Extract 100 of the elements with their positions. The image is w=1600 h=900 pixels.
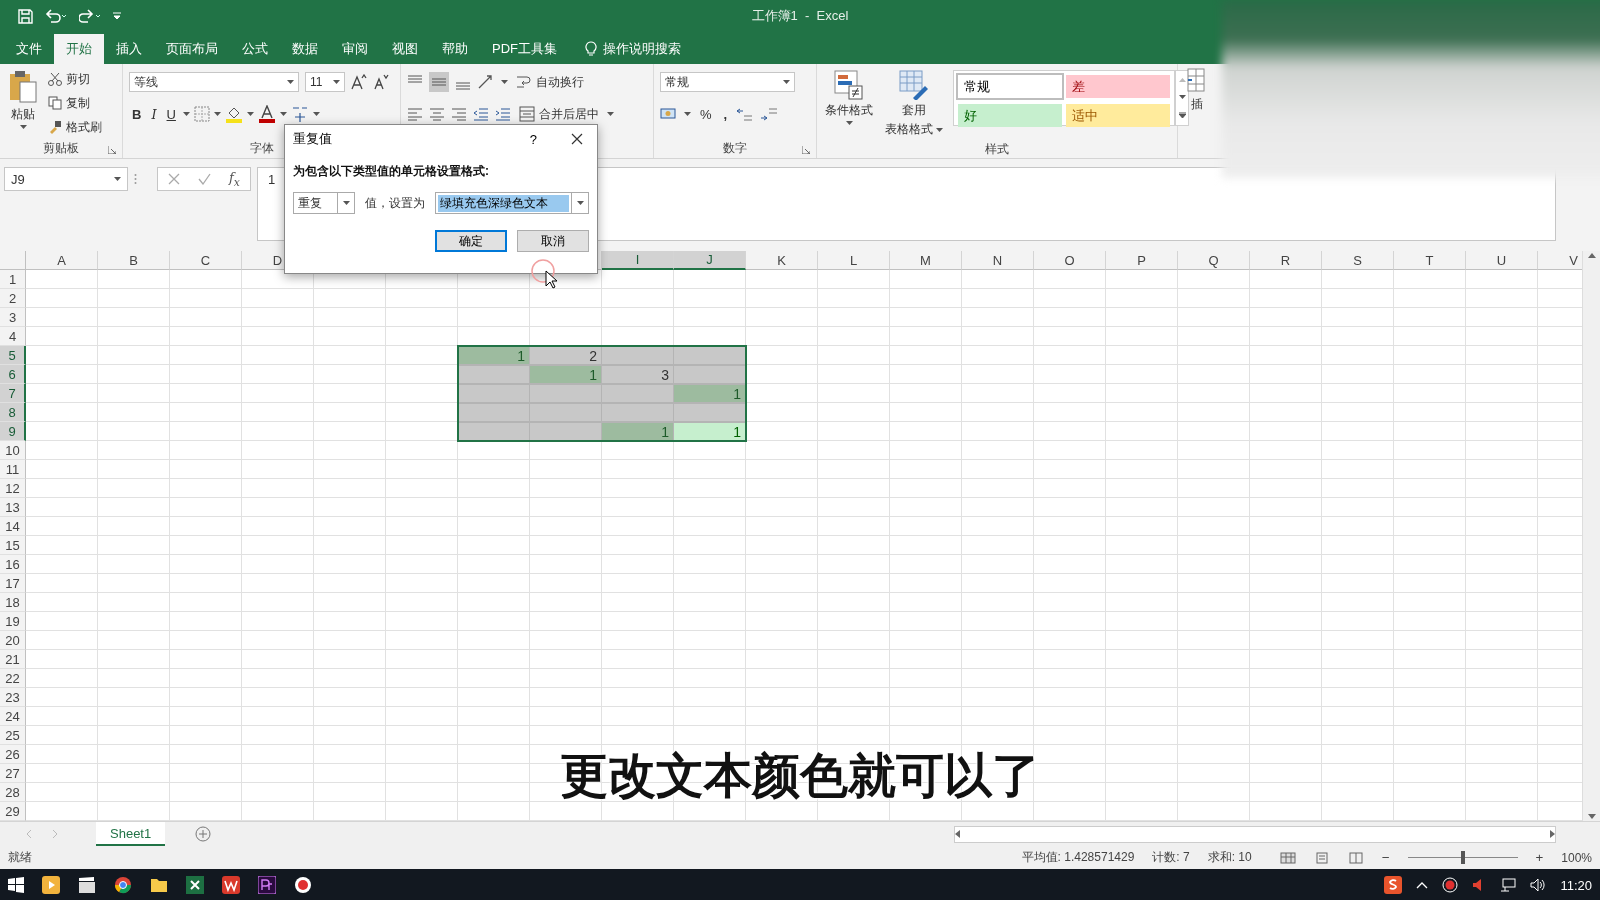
save-icon[interactable] [18, 8, 33, 24]
row-header[interactable]: 7 [0, 384, 26, 403]
row-header[interactable]: 25 [0, 726, 26, 745]
media-player-icon[interactable] [42, 876, 60, 894]
column-header[interactable]: T [1394, 251, 1466, 270]
bold-button[interactable]: B [129, 103, 145, 125]
cut-button[interactable]: 剪切 [46, 68, 104, 90]
record-icon[interactable] [1442, 877, 1459, 893]
row-header[interactable]: 18 [0, 593, 26, 612]
row-header[interactable]: 11 [0, 460, 26, 479]
column-header[interactable]: U [1466, 251, 1538, 270]
customize-icon[interactable] [113, 12, 121, 20]
input-method-icon[interactable] [1384, 876, 1403, 894]
paste-button[interactable]: 粘贴 [6, 68, 40, 138]
rule-dropdown[interactable]: 重复 [293, 192, 355, 214]
row-header[interactable]: 20 [0, 631, 26, 650]
row-header[interactable]: 29 [0, 802, 26, 821]
merge-center-button[interactable]: 合并后居中 [517, 103, 601, 125]
number-format-field[interactable]: 常规 [660, 72, 795, 92]
row-header[interactable]: 5 [0, 346, 26, 365]
row-header[interactable]: 13 [0, 498, 26, 517]
name-box[interactable]: J9 [4, 167, 128, 191]
horizontal-scrollbar[interactable] [954, 825, 1556, 843]
wrap-text-button[interactable]: 自动换行 [514, 71, 586, 93]
column-header[interactable]: V [1538, 251, 1582, 270]
copy-button[interactable]: 复制 [46, 92, 104, 114]
currency-icon[interactable] [660, 106, 678, 122]
row-header[interactable]: 22 [0, 669, 26, 688]
row-header[interactable]: 28 [0, 783, 26, 802]
column-header[interactable]: M [890, 251, 962, 270]
cell-style[interactable]: 好 [958, 104, 1062, 127]
ribbon-tab[interactable]: 页面布局 [154, 34, 230, 64]
zoom-level[interactable]: 100% [1561, 850, 1592, 865]
scroll-right-icon[interactable] [1550, 830, 1555, 838]
percent-button[interactable]: % [697, 103, 715, 125]
zoom-thumb[interactable] [1460, 851, 1465, 864]
decrease-font-size-icon[interactable] [373, 74, 389, 90]
ribbon-tab[interactable]: 数据 [280, 34, 330, 64]
row-header[interactable]: 24 [0, 707, 26, 726]
zoom-out-button[interactable]: − [1381, 850, 1390, 865]
font-color-icon[interactable] [257, 105, 276, 123]
ribbon-tab[interactable]: 开始 [54, 34, 104, 64]
font-size-field[interactable]: 11 [305, 72, 345, 92]
column-header[interactable]: B [98, 251, 170, 270]
spreadsheet-app-icon[interactable] [186, 876, 204, 894]
row-header[interactable]: 6 [0, 365, 26, 384]
row-header[interactable]: 8 [0, 403, 26, 422]
close-icon[interactable] [571, 133, 583, 145]
sheet-tab[interactable]: Sheet1 [96, 822, 166, 846]
insert-function-button[interactable]: f$_{x}$ [229, 169, 240, 189]
ribbon-tab[interactable]: PDF工具集 [480, 34, 569, 64]
dialog-launcher-icon[interactable] [108, 146, 116, 154]
zoom-in-button[interactable]: + [1535, 850, 1544, 865]
row-header[interactable]: 27 [0, 764, 26, 783]
video-editor-icon[interactable] [258, 876, 276, 894]
fill-color-icon[interactable] [224, 105, 243, 123]
volume-icon[interactable] [1530, 878, 1547, 892]
undo-icon[interactable] [45, 9, 67, 23]
check-icon[interactable] [198, 173, 211, 185]
dialog-launcher-icon[interactable] [802, 146, 810, 154]
row-header[interactable]: 23 [0, 688, 26, 707]
gallery-scroll[interactable] [1175, 70, 1189, 126]
redo-icon[interactable] [79, 9, 101, 23]
ribbon-tab[interactable]: 公式 [230, 34, 280, 64]
column-header[interactable]: A [26, 251, 98, 270]
comma-button[interactable]: , [720, 103, 731, 125]
scroll-left-icon[interactable] [955, 830, 960, 838]
row-header[interactable]: 16 [0, 555, 26, 574]
column-header[interactable]: K [746, 251, 818, 270]
column-header[interactable]: C [170, 251, 242, 270]
ribbon-tab[interactable]: 帮助 [430, 34, 480, 64]
cell-style[interactable]: 适中 [1066, 104, 1170, 127]
scroll-down-icon[interactable] [1587, 814, 1596, 819]
row-header[interactable]: 1 [0, 270, 26, 289]
chevron-up-icon[interactable] [1416, 881, 1429, 889]
row-header[interactable]: 10 [0, 441, 26, 460]
page-break-icon[interactable] [1347, 851, 1364, 864]
row-header[interactable]: 4 [0, 327, 26, 346]
row-header[interactable]: 14 [0, 517, 26, 536]
help-button[interactable]: ? [523, 130, 543, 148]
cell-style[interactable]: 差 [1066, 75, 1170, 98]
format-dropdown[interactable]: 绿填充色深绿色文本 [435, 192, 589, 214]
more-styles-icon[interactable] [1178, 112, 1186, 119]
column-header[interactable]: I [602, 251, 674, 270]
increase-font-size-icon[interactable] [351, 74, 367, 90]
italic-button[interactable]: I [148, 103, 160, 125]
column-header[interactable]: R [1250, 251, 1322, 270]
record-icon[interactable] [294, 876, 312, 894]
row-header[interactable]: 17 [0, 574, 26, 593]
row-header[interactable]: 9 [0, 422, 26, 441]
ribbon-tab[interactable]: 审阅 [330, 34, 380, 64]
ribbon-tab[interactable]: 插入 [104, 34, 154, 64]
column-header[interactable]: N [962, 251, 1034, 270]
row-header[interactable]: 2 [0, 289, 26, 308]
ok-button[interactable]: 确定 [435, 230, 507, 252]
conditional-formatting-button[interactable]: 条件格式 [823, 68, 875, 140]
scroll-down-icon[interactable] [1178, 95, 1186, 99]
normal-view-icon[interactable] [1279, 851, 1296, 864]
office-app-icon[interactable] [222, 876, 240, 894]
format-as-table-button[interactable]: 套用 表格格式 [883, 68, 945, 140]
